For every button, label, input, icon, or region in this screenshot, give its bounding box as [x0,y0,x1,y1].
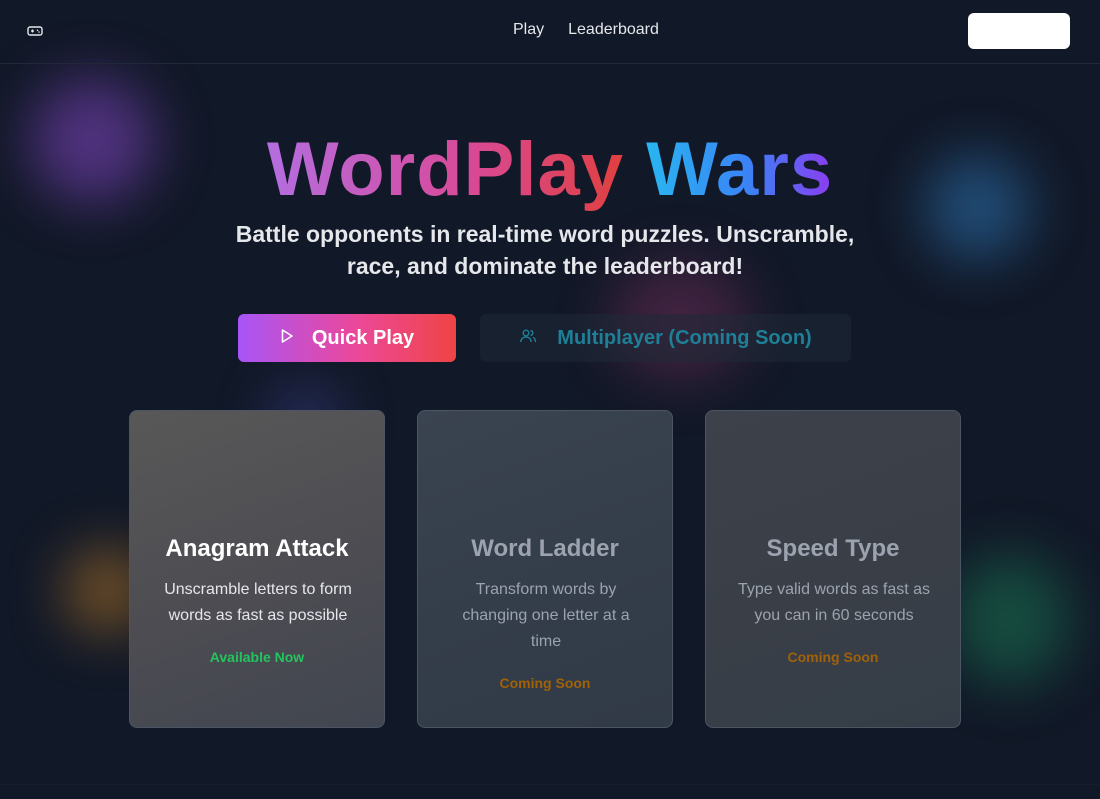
nav-link-leaderboard[interactable]: Leaderboard [568,20,659,40]
multiplayer-label: Multiplayer (Coming Soon) [557,326,812,349]
multiplayer-button[interactable]: Multiplayer (Coming Soon) [480,314,851,362]
main-nav: Play Leaderboard [513,20,659,40]
game-card-anagram-attack[interactable]: Anagram Attack Unscramble letters to for… [129,410,385,728]
card-description: Transform words by changing one letter a… [462,581,630,650]
nav-link-play[interactable]: Play [513,20,544,40]
card-description: Type valid words as fast as you can in 6… [737,581,931,624]
quick-play-label: Quick Play [311,326,415,349]
title-part-wordplay: WordPlay [266,127,624,212]
game-card-speed-type[interactable]: Speed Type Type valid words as fast as y… [705,410,961,728]
page: Play Leaderboard WordPlay Wars Battle op… [0,0,1100,799]
play-icon [280,327,294,350]
card-description: Unscramble letters to form words as fast… [164,581,352,624]
account-button[interactable] [968,13,1070,49]
gamepad-icon[interactable] [26,23,44,39]
page-title: WordPlay Wars [0,128,1100,212]
users-icon [519,327,537,350]
card-title: Speed Type [766,535,900,562]
status-badge: Available Now [209,649,305,665]
background-orb [950,555,1070,685]
card-title: Anagram Attack [165,535,349,562]
game-card-word-ladder[interactable]: Word Ladder Transform words by changing … [417,410,673,728]
title-part-wars: Wars [646,127,834,212]
top-navbar: Play Leaderboard [0,0,1100,64]
status-badge: Coming Soon [499,675,591,691]
quick-play-button[interactable]: Quick Play [238,314,456,362]
card-title: Word Ladder [471,535,619,562]
hero-subtitle: Battle opponents in real-time word puzzl… [235,221,855,279]
footer-divider [0,784,1100,799]
status-badge: Coming Soon [787,649,879,665]
